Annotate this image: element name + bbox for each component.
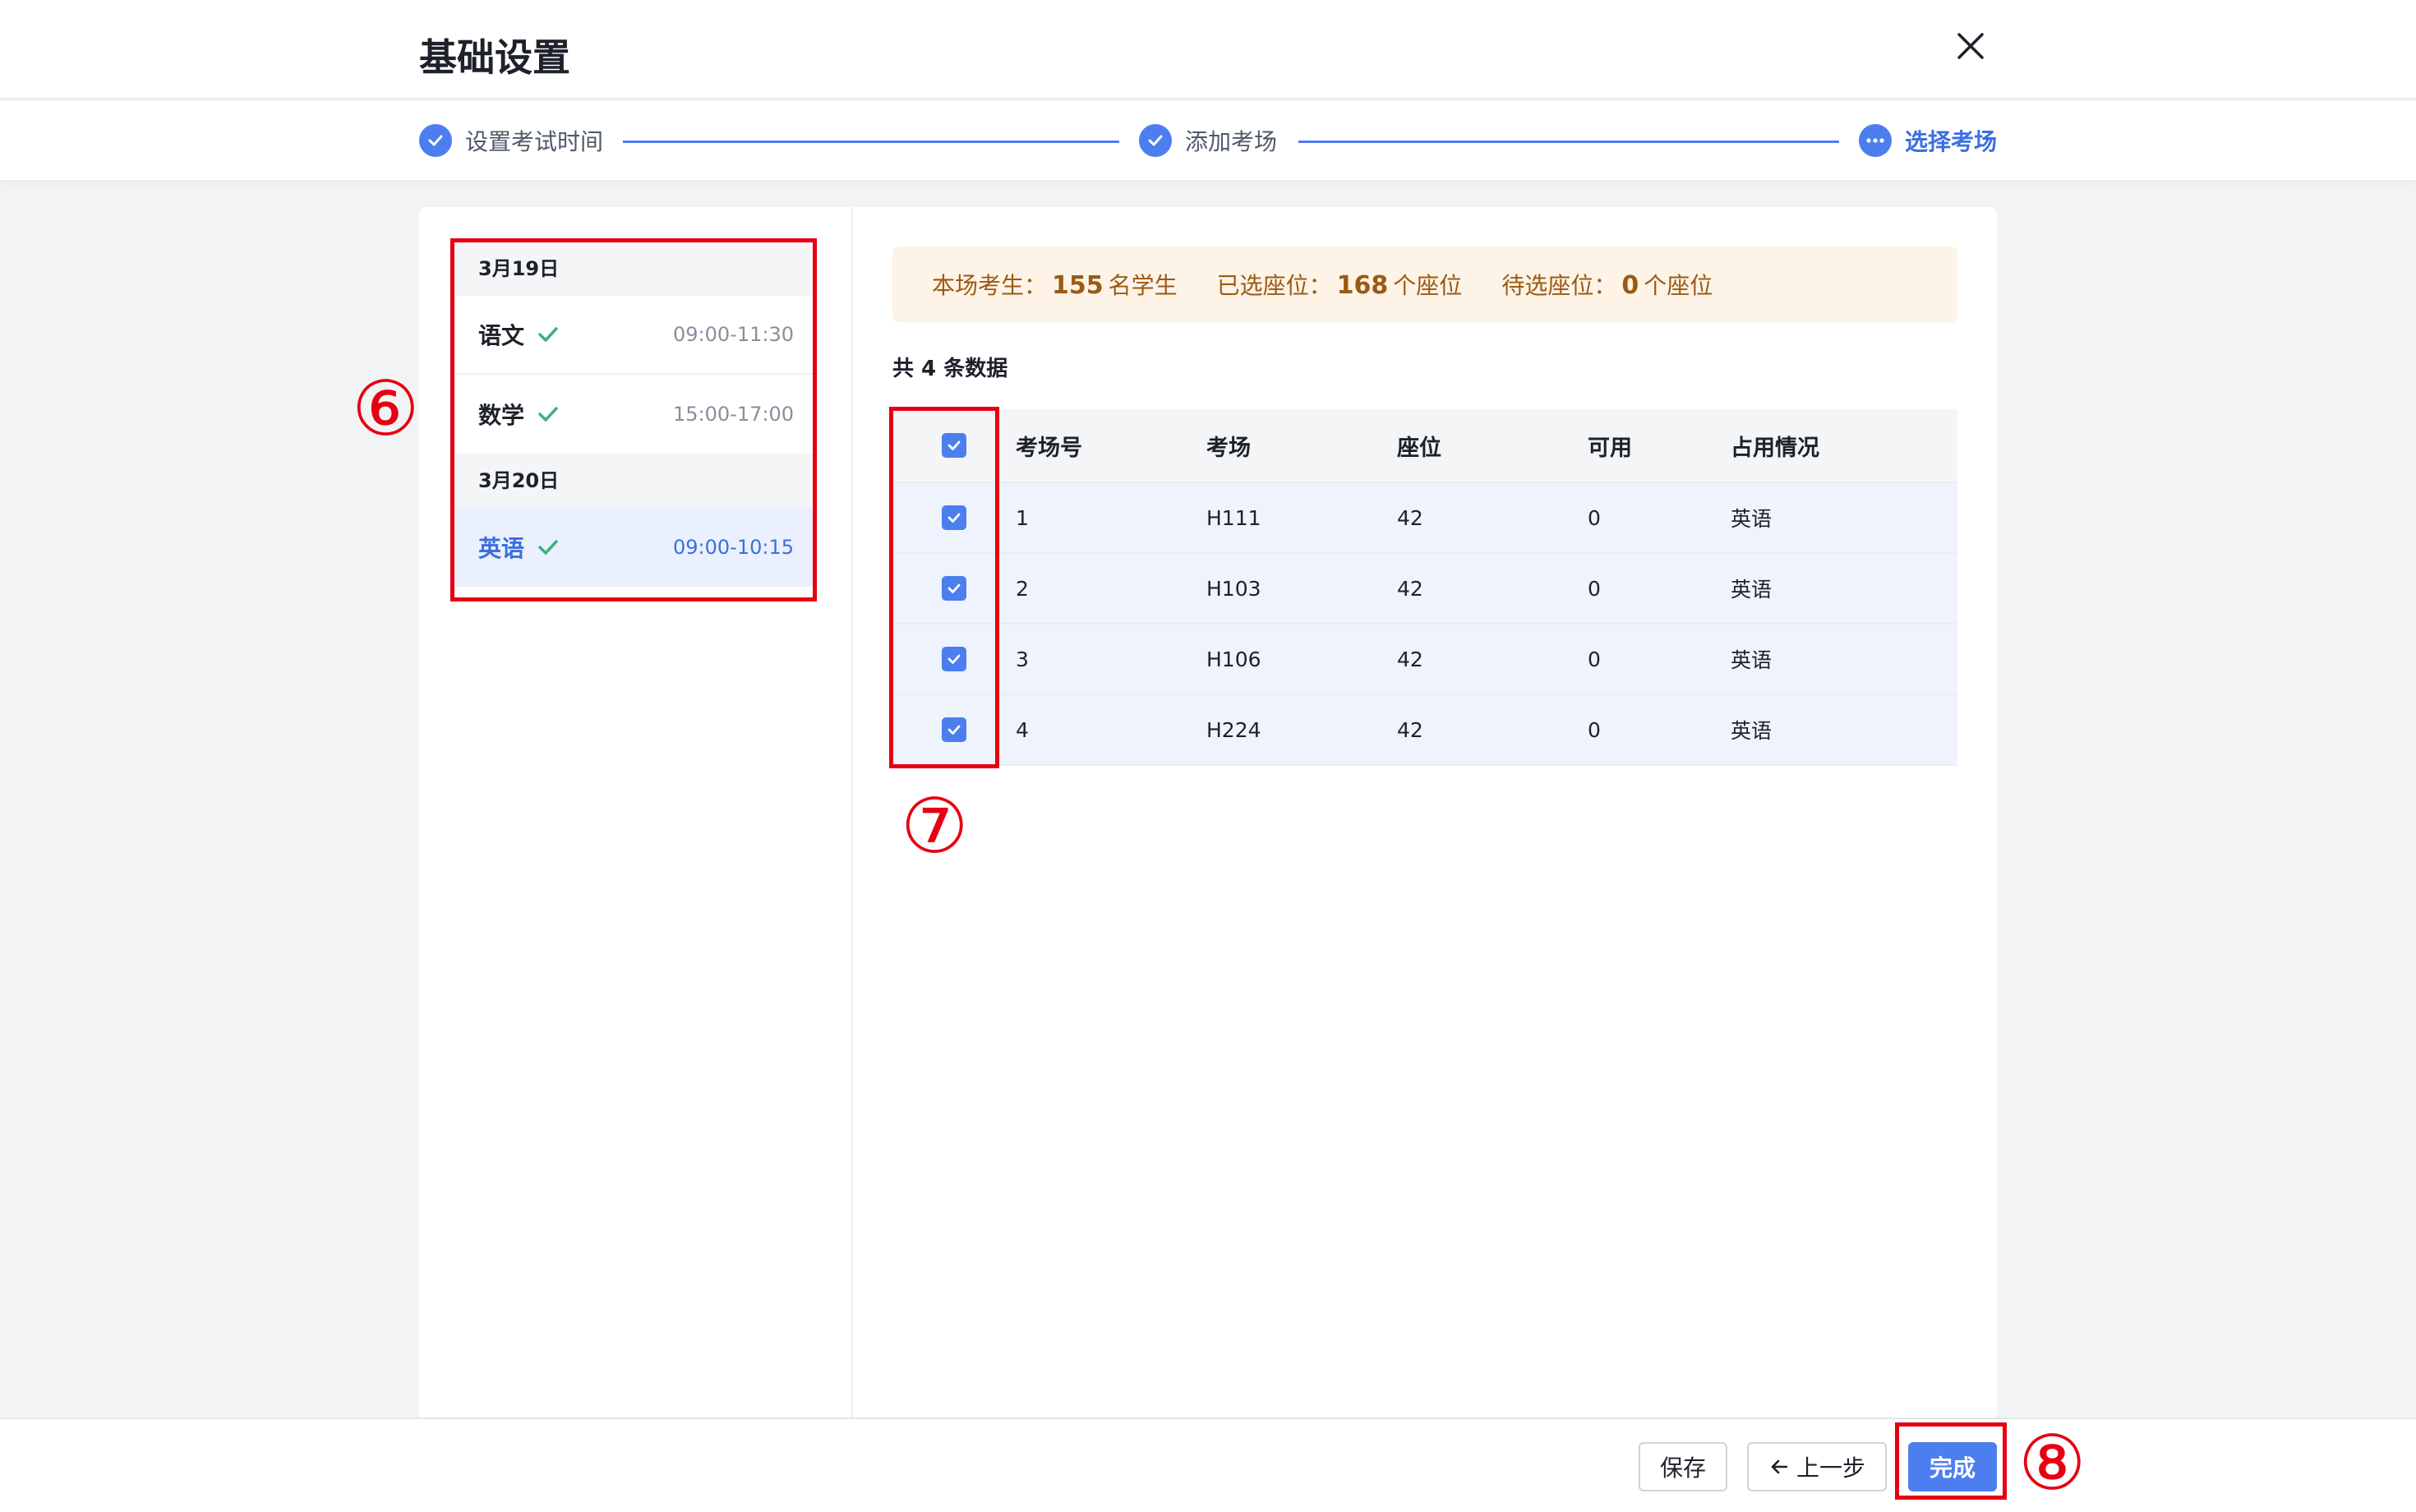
table-row[interactable]: 3 H106 42 0 英语 <box>892 625 1957 695</box>
table-row[interactable]: 1 H111 42 0 英语 <box>892 483 1957 554</box>
students-summary: 本场考生： 155 名学生 <box>932 268 1178 301</box>
previous-step-label: 上一步 <box>1796 1454 1865 1482</box>
step-label: 选择考场 <box>1905 128 1998 155</box>
students-value: 155 <box>1052 271 1104 300</box>
annotation-marker-7: ⑦ <box>901 782 969 870</box>
previous-step-button[interactable]: 上一步 <box>1747 1442 1887 1491</box>
room-number-cell: 3 <box>1016 647 1029 671</box>
table-row[interactable]: 4 H224 42 0 英语 <box>892 695 1957 766</box>
table-row[interactable]: 2 H103 42 0 英语 <box>892 554 1957 625</box>
room-cell: H103 <box>1206 576 1261 601</box>
available-cell: 0 <box>1588 717 1601 742</box>
room-cell: H224 <box>1206 717 1261 742</box>
available-cell: 0 <box>1588 505 1601 530</box>
save-button[interactable]: 保存 <box>1639 1442 1727 1491</box>
annotation-marker-8: ⑧ <box>2018 1419 2086 1507</box>
students-label: 本场考生： <box>932 272 1048 299</box>
room-number-cell: 1 <box>1016 505 1029 530</box>
seats-cell: 42 <box>1397 576 1423 601</box>
exam-room-content: 本场考生： 155 名学生 已选座位： 168 个座位 待选座位： 0 个座位 … <box>853 207 1997 1419</box>
selected-seats-summary: 已选座位： 168 个座位 <box>1217 268 1463 301</box>
occupancy-cell: 英语 <box>1731 719 1773 743</box>
annotation-box-checkboxes <box>889 407 999 768</box>
occupancy-cell: 英语 <box>1731 648 1773 672</box>
check-circle-icon <box>1139 124 1172 157</box>
annotation-box-schedule <box>450 238 817 602</box>
step-add-exam-room[interactable]: 添加考场 <box>1139 122 1277 159</box>
page-title: 基础设置 <box>419 35 570 80</box>
step-connector <box>623 141 1119 143</box>
more-dots-icon <box>1859 124 1892 157</box>
close-icon[interactable] <box>1956 31 1985 61</box>
selected-label: 已选座位： <box>1216 272 1332 299</box>
room-number-cell: 4 <box>1016 717 1029 742</box>
column-header[interactable]: 可用 <box>1588 430 1731 462</box>
available-cell: 0 <box>1588 647 1601 671</box>
step-connector <box>1298 141 1839 143</box>
step-label: 设置考试时间 <box>465 128 604 155</box>
pending-label: 待选座位： <box>1501 272 1617 299</box>
room-cell: H106 <box>1206 647 1261 671</box>
column-header[interactable]: 占用情况 <box>1731 430 1957 462</box>
column-header[interactable]: 座位 <box>1397 430 1588 462</box>
annotation-box-finish <box>1895 1422 2007 1500</box>
check-circle-icon <box>419 124 452 157</box>
pending-value: 0 <box>1621 271 1639 300</box>
arrow-left-icon <box>1771 1459 1788 1474</box>
selected-unit: 个座位 <box>1393 272 1463 299</box>
occupancy-cell: 英语 <box>1731 507 1773 531</box>
record-count: 共 4 条数据 <box>892 357 1008 381</box>
selected-value: 168 <box>1336 271 1389 300</box>
seats-cell: 42 <box>1397 505 1423 530</box>
dialog-header: 基础设置 <box>0 0 2416 99</box>
column-header[interactable]: 考场 <box>1206 430 1397 462</box>
step-select-exam-room[interactable]: 选择考场 <box>1859 122 1997 159</box>
step-set-exam-time[interactable]: 设置考试时间 <box>419 122 603 159</box>
seats-cell: 42 <box>1397 647 1423 671</box>
annotation-marker-6: ⑥ <box>352 365 420 453</box>
save-label: 保存 <box>1659 1454 1706 1482</box>
pending-seats-summary: 待选座位： 0 个座位 <box>1501 268 1713 301</box>
step-progress: 设置考试时间 添加考场 选择考场 <box>0 101 2416 180</box>
table-header-row: 考场号 考场 座位 可用 占用情况 <box>892 409 1957 483</box>
room-number-cell: 2 <box>1016 576 1029 601</box>
seats-cell: 42 <box>1397 717 1423 742</box>
exam-room-table: 考场号 考场 座位 可用 占用情况 1 H111 42 0 英语 2 H103 … <box>892 409 1957 766</box>
column-header[interactable]: 考场号 <box>1016 430 1206 462</box>
room-cell: H111 <box>1206 505 1261 530</box>
step-label: 添加考场 <box>1185 128 1278 155</box>
students-unit: 名学生 <box>1108 272 1178 299</box>
available-cell: 0 <box>1588 576 1601 601</box>
occupancy-cell: 英语 <box>1731 578 1773 602</box>
pending-unit: 个座位 <box>1644 272 1713 299</box>
seat-summary-notice: 本场考生： 155 名学生 已选座位： 168 个座位 待选座位： 0 个座位 <box>892 247 1957 322</box>
